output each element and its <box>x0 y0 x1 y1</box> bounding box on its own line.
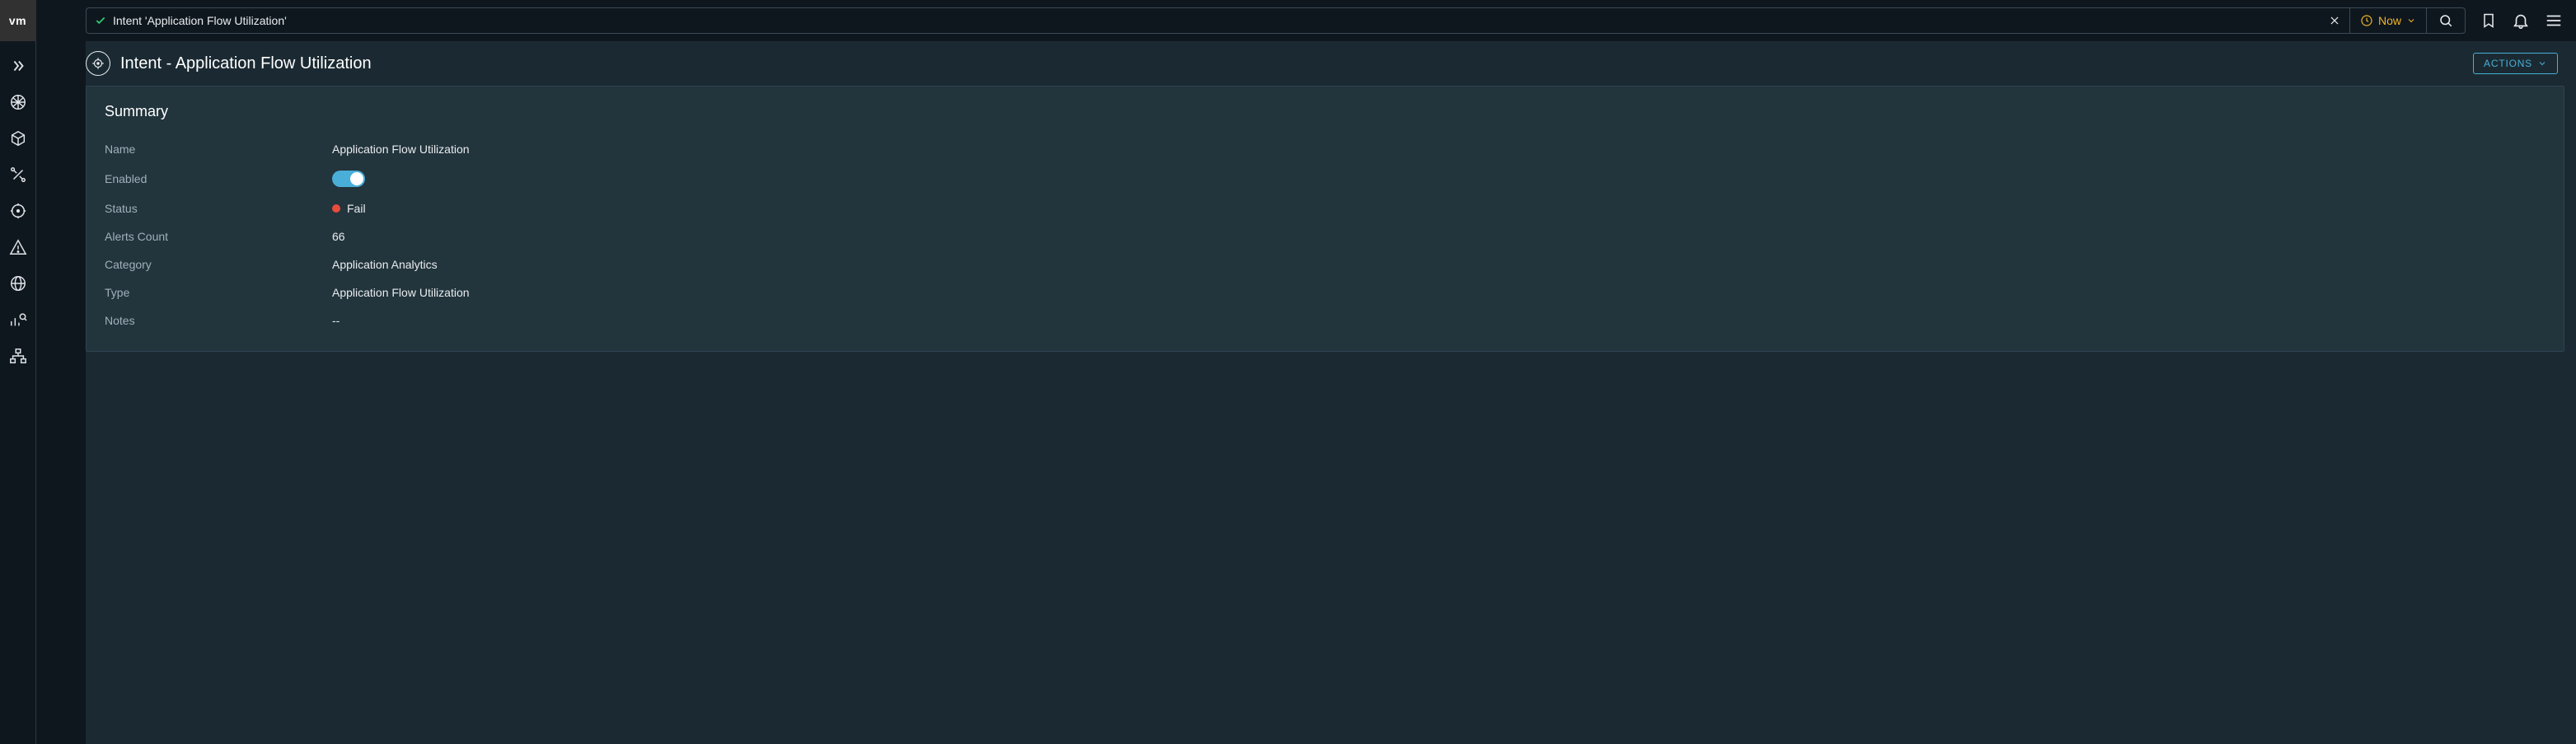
search-button[interactable] <box>2427 8 2465 33</box>
summary-row-category: Category Application Analytics <box>105 250 2546 278</box>
label-category: Category <box>105 258 332 271</box>
summary-row-name: Name Application Flow Utilization <box>105 135 2546 163</box>
expand-nav-icon[interactable] <box>8 56 28 76</box>
label-type: Type <box>105 286 332 299</box>
summary-row-alerts-count: Alerts Count 66 <box>105 222 2546 250</box>
label-notes: Notes <box>105 314 332 327</box>
page-title: Intent - Application Flow Utilization <box>120 54 372 73</box>
content-area: Intent - Application Flow Utilization AC… <box>86 41 2576 744</box>
label-alerts-count: Alerts Count <box>105 230 332 243</box>
nav-globe-segments-icon[interactable] <box>8 92 28 112</box>
search-box: Intent 'Application Flow Utilization' No… <box>86 7 2466 34</box>
chevron-down-icon <box>2406 16 2416 26</box>
bookmark-icon[interactable] <box>2480 12 2497 29</box>
bell-icon[interactable] <box>2512 12 2530 30</box>
clock-icon <box>2360 14 2373 27</box>
nav-org-chart-icon[interactable] <box>8 346 28 366</box>
nav-globe-icon[interactable] <box>8 274 28 293</box>
nav-cube-icon[interactable] <box>8 129 28 148</box>
summary-row-notes: Notes -- <box>105 306 2546 335</box>
nav-analytics-search-icon[interactable] <box>8 310 28 330</box>
label-name: Name <box>105 143 332 156</box>
status-dot-icon <box>332 204 340 213</box>
value-alerts-count: 66 <box>332 230 345 243</box>
enabled-toggle[interactable] <box>332 171 365 187</box>
target-icon <box>86 51 110 76</box>
summary-title: Summary <box>105 103 2546 120</box>
actions-button-label: ACTIONS <box>2484 58 2532 69</box>
summary-row-status: Status Fail <box>105 194 2546 222</box>
search-icon <box>2438 13 2453 28</box>
value-notes: -- <box>332 314 340 327</box>
time-picker-label: Now <box>2378 14 2401 27</box>
label-enabled: Enabled <box>105 172 332 185</box>
value-type: Application Flow Utilization <box>332 286 470 299</box>
search-text: Intent 'Application Flow Utilization' <box>113 14 287 27</box>
value-name: Application Flow Utilization <box>332 143 470 156</box>
value-category: Application Analytics <box>332 258 438 271</box>
chevron-down-icon <box>2537 58 2547 68</box>
actions-button[interactable]: ACTIONS <box>2473 53 2558 74</box>
top-bar: Intent 'Application Flow Utilization' No… <box>36 0 2576 41</box>
time-picker-now[interactable]: Now <box>2349 8 2427 33</box>
label-status: Status <box>105 202 332 215</box>
check-icon <box>95 15 106 26</box>
nav-target-icon[interactable] <box>8 201 28 221</box>
hamburger-menu-icon[interactable] <box>2545 12 2563 30</box>
summary-card: Summary Name Application Flow Utilizatio… <box>86 86 2564 352</box>
brand-logo: vm <box>0 0 36 41</box>
nav-alert-icon[interactable] <box>8 237 28 257</box>
summary-row-type: Type Application Flow Utilization <box>105 278 2546 306</box>
value-status: Fail <box>347 202 366 215</box>
nav-tools-icon[interactable] <box>8 165 28 185</box>
summary-row-enabled: Enabled <box>105 163 2546 194</box>
clear-search-button[interactable] <box>2320 15 2349 26</box>
left-nav-rail: vm <box>0 0 36 744</box>
search-input-area[interactable]: Intent 'Application Flow Utilization' <box>87 14 2320 27</box>
